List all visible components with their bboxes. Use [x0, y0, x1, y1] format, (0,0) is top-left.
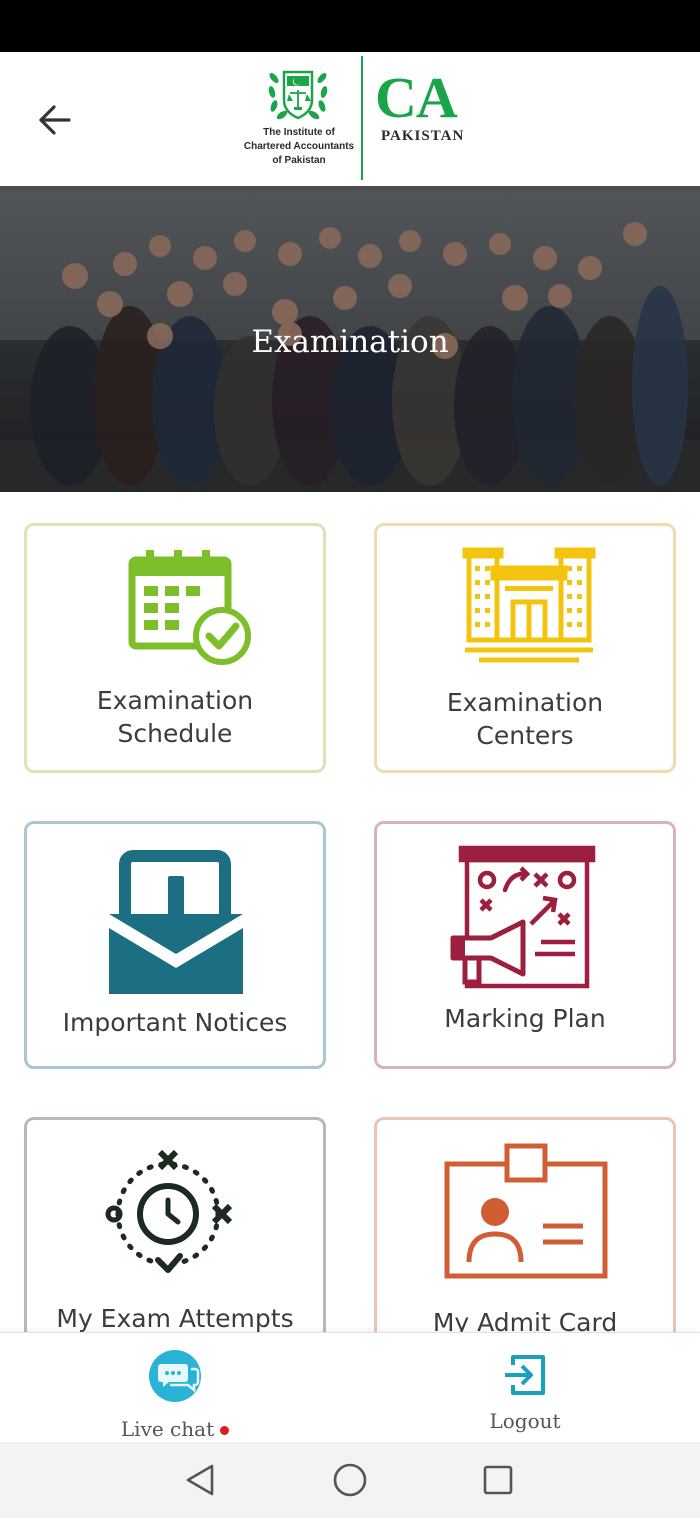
important-notices-tile[interactable]: Important Notices: [24, 821, 326, 1069]
person-head: [481, 1198, 509, 1226]
strategy-board-icon: [450, 845, 596, 989]
system-recents-button[interactable]: [468, 1452, 528, 1508]
ca-logo-subtitle: PAKISTAN: [381, 128, 465, 144]
arrow-left-icon: [39, 105, 71, 135]
status-bar: [0, 0, 700, 52]
unread-dot: [220, 1426, 230, 1435]
system-home-button[interactable]: [320, 1452, 380, 1508]
tile-label: Important Notices: [62, 1008, 288, 1037]
back-button[interactable]: [24, 92, 86, 148]
logout-icon: [505, 1355, 545, 1395]
live-chat-label: Live chat: [75, 1417, 275, 1441]
my-exam-attempts-tile[interactable]: My Exam Attempts: [24, 1117, 326, 1357]
hero-banner: Examination: [0, 186, 700, 492]
logout-button[interactable]: Logout: [425, 1333, 625, 1443]
notice-envelope-icon: [109, 850, 243, 994]
logo-divider: [361, 56, 363, 180]
system-back-button[interactable]: [170, 1452, 230, 1508]
triangle-back-icon: [186, 1464, 214, 1496]
tile-label: Examination Schedule: [96, 686, 254, 748]
live-chat-button[interactable]: Live chat: [75, 1333, 275, 1443]
tile-label: Examination Centers: [446, 688, 604, 750]
square-recents-icon: [483, 1465, 513, 1495]
icap-logo: The Institute of Chartered Accountants o…: [240, 56, 480, 182]
icap-seal-icon: [268, 70, 328, 120]
examination-centers-tile[interactable]: Examination Centers: [374, 523, 676, 773]
id-card-icon: [444, 1143, 608, 1279]
examination-schedule-tile[interactable]: Examination Schedule: [24, 523, 326, 773]
calendar-check-icon: [128, 550, 251, 665]
building-icon: [462, 547, 596, 663]
my-admit-card-tile[interactable]: My Admit Card: [374, 1117, 676, 1357]
icap-name: The Institute of Chartered Accountants o…: [243, 127, 355, 166]
ca-logo-mark: CA: [375, 65, 458, 130]
hero-title: Examination: [251, 324, 449, 360]
app-header: The Institute of Chartered Accountants o…: [0, 52, 700, 186]
marking-plan-tile[interactable]: Marking Plan: [374, 821, 676, 1069]
logout-label: Logout: [489, 1409, 561, 1433]
bottom-nav: Live chat Logout: [0, 1332, 700, 1442]
clock-attempts-icon: [105, 1149, 233, 1273]
circle-home-icon: [333, 1463, 367, 1497]
chat-bubble-icon: [149, 1350, 201, 1402]
tile-label: Marking Plan: [444, 1004, 606, 1033]
system-nav-bar: [0, 1442, 700, 1518]
tile-label: My Exam Attempts: [56, 1304, 294, 1333]
